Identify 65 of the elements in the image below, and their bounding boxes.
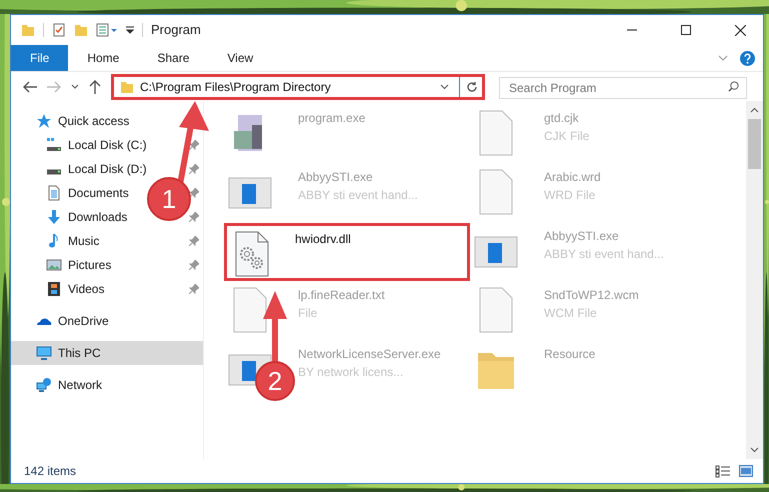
folder-icon (120, 80, 134, 94)
maximize-icon (681, 25, 691, 35)
scrollbar[interactable] (746, 101, 763, 459)
callout-badge: 1 (147, 177, 191, 221)
scroll-up-icon[interactable] (750, 107, 759, 113)
file-type: File (298, 305, 318, 322)
pin-icon[interactable] (189, 260, 199, 270)
star-icon (36, 113, 52, 129)
address-path: C:\Program Files\Program Directory (140, 78, 332, 96)
ribbon-tab[interactable]: Share (138, 45, 208, 71)
sidebar-item[interactable]: Pictures (46, 256, 112, 274)
search-field[interactable]: Search Program (499, 76, 747, 98)
file-type: CJK File (544, 128, 590, 145)
picture-icon (46, 257, 62, 273)
document-icon (46, 185, 62, 201)
sidebar-item[interactable]: Documents (46, 184, 129, 202)
sidebar-item[interactable]: Videos (46, 280, 104, 298)
large-icons-view-icon[interactable] (739, 465, 753, 477)
film-icon (46, 281, 62, 297)
callout-badge: 2 (255, 361, 295, 401)
chevron-down-icon[interactable] (71, 84, 79, 90)
sidebar-item[interactable]: Local Disk (C:) (46, 136, 147, 154)
search-icon[interactable] (728, 80, 739, 92)
item-count: 142 items (24, 463, 76, 480)
close-icon (734, 24, 746, 36)
back-arrow-icon[interactable] (23, 80, 37, 92)
file-name[interactable]: hwiodrv.dll (295, 230, 351, 248)
properties-icon[interactable] (52, 23, 66, 37)
sidebar-item[interactable]: Network (36, 376, 102, 394)
drive-icon (46, 137, 62, 153)
file-type: ABBY sti event hand... (544, 246, 664, 263)
drive-icon (46, 169, 62, 175)
pin-icon[interactable] (189, 212, 199, 222)
scroll-thumb[interactable] (748, 119, 761, 169)
sidebar-item[interactable]: Music (46, 232, 100, 250)
pin-icon[interactable] (189, 164, 199, 174)
pin-icon[interactable] (189, 284, 199, 294)
network-icon (36, 377, 52, 393)
file-type: BY network licens... (298, 364, 404, 381)
view-options-icon[interactable] (96, 23, 118, 37)
download-icon (46, 209, 62, 225)
sidebar-item[interactable]: Downloads (46, 208, 128, 226)
details-view-icon[interactable] (715, 464, 731, 478)
refresh-icon[interactable] (466, 80, 478, 92)
monitor-icon (36, 345, 52, 361)
ribbon-tab[interactable]: File (11, 45, 68, 71)
pin-icon[interactable] (189, 188, 199, 198)
address-bar[interactable]: C:\Program Files\Program Directory (111, 74, 485, 100)
ribbon-tab[interactable]: View (208, 45, 272, 71)
ribbon-tab[interactable]: Home (68, 45, 138, 71)
customize-toolbar-icon[interactable] (126, 26, 134, 34)
up-arrow-icon[interactable] (89, 80, 101, 94)
sidebar-item[interactable]: OneDrive (36, 312, 109, 330)
file-type: WCM File (544, 305, 598, 322)
pin-icon[interactable] (189, 140, 199, 150)
file-type: WRD File (544, 187, 596, 204)
scroll-down-icon[interactable] (750, 447, 759, 453)
help-icon[interactable] (740, 50, 755, 66)
window-title: Program (151, 21, 201, 40)
minimize-icon (627, 29, 637, 31)
file-type: ABBY sti event hand... (298, 187, 418, 204)
sidebar-item[interactable]: Quick access (36, 112, 130, 130)
pin-icon[interactable] (189, 236, 199, 246)
chevron-down-icon[interactable] (440, 84, 449, 90)
sidebar-item[interactable]: Local Disk (D:) (46, 160, 147, 178)
